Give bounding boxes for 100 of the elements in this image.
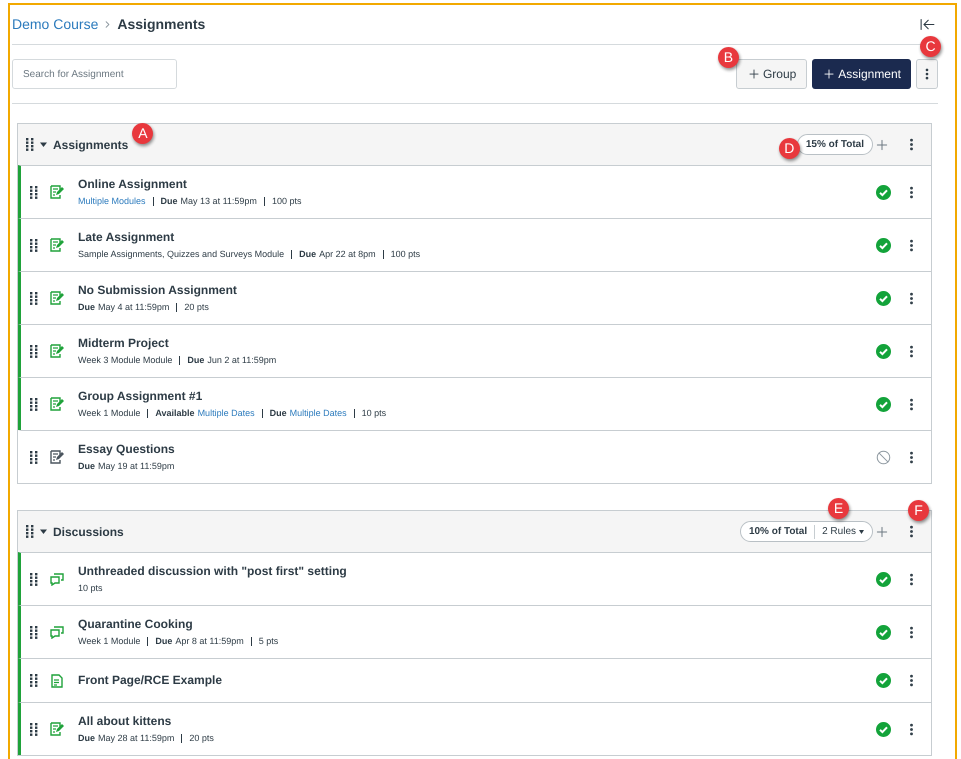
- item-title[interactable]: Front Page/RCE Example: [78, 673, 222, 688]
- meta-label: Due: [78, 460, 96, 472]
- meta-text: Week 1 Module: [78, 635, 140, 647]
- callout-marker: F: [908, 500, 929, 521]
- drag-handle-icon[interactable]: [30, 344, 38, 358]
- assignment-icon: [50, 397, 64, 411]
- drag-handle-icon[interactable]: [30, 292, 38, 304]
- meta-label: Due: [78, 301, 96, 313]
- meta-label: Due: [299, 248, 316, 260]
- assignment-row[interactable]: Quarantine Cooking Week 1 Module Due Apr 8 at 11:59pm 5 pts: [18, 605, 931, 658]
- plus-icon: [822, 67, 836, 81]
- meta-label: Due: [160, 195, 178, 207]
- drag-handle-icon[interactable]: [30, 398, 38, 410]
- assignment-row[interactable]: Essay Questions Due May 19 at 11:59pm: [18, 430, 931, 483]
- group-title: Discussions: [53, 524, 124, 538]
- item-title[interactable]: Online Assignment: [78, 177, 302, 192]
- assignment-icon: [50, 185, 64, 199]
- meta-label: Due: [78, 732, 96, 744]
- assignment-row[interactable]: No Submission Assignment Due May 4 at 11:59pm 20 pts: [18, 271, 931, 324]
- item-title[interactable]: Midterm Project: [78, 336, 276, 351]
- assignment-icon: [50, 291, 64, 305]
- meta-text: Sample Assignments, Quizzes and Surveys Module: [78, 248, 284, 260]
- published-icon[interactable]: [876, 290, 891, 306]
- discussion-icon: [50, 572, 64, 586]
- item-title[interactable]: Late Assignment: [78, 230, 420, 245]
- callout-marker: C: [920, 36, 941, 57]
- search-field[interactable]: Search for Assignment: [12, 59, 177, 89]
- breadcrumb-current: Assignments: [117, 15, 206, 34]
- callout-marker: E: [828, 498, 849, 519]
- item-title[interactable]: All about kittens: [78, 714, 214, 729]
- meta-link[interactable]: Multiple Dates: [198, 407, 255, 419]
- assignment-row[interactable]: Front Page/RCE Example: [18, 658, 931, 702]
- published-icon[interactable]: [876, 722, 891, 736]
- meta-text: Apr 22 at 8pm: [319, 248, 376, 260]
- assignment-row[interactable]: Online Assignment Multiple Modules Due May 13 at 11:59pm 100 pts: [18, 165, 931, 218]
- item-title[interactable]: Group Assignment #1: [78, 389, 386, 404]
- add-group-button[interactable]: Group: [736, 59, 808, 89]
- group-title: Assignments: [53, 138, 128, 152]
- meta-label: Due: [187, 354, 204, 366]
- published-icon[interactable]: [876, 238, 891, 252]
- drag-handle-icon[interactable]: [30, 626, 38, 638]
- drag-handle-icon[interactable]: [30, 722, 38, 736]
- meta-text: 20 pts: [189, 732, 214, 744]
- published-icon[interactable]: [876, 624, 891, 640]
- rules-dropdown[interactable]: 2 Rules: [822, 524, 864, 539]
- item-title[interactable]: No Submission Assignment: [78, 283, 237, 298]
- callout-marker: D: [778, 138, 800, 159]
- meta-text: 5 pts: [258, 635, 278, 647]
- published-icon[interactable]: [876, 572, 891, 586]
- meta-label: Due: [155, 635, 172, 647]
- meta-text: 10 pts: [362, 407, 386, 419]
- published-icon[interactable]: [876, 184, 891, 200]
- drag-handle-icon[interactable]: [30, 572, 38, 586]
- assignment-icon: [50, 344, 64, 358]
- meta-text: May 13 at 11:59pm: [180, 195, 257, 207]
- published-icon[interactable]: [876, 344, 891, 358]
- meta-text: May 28 at 11:59pm: [98, 732, 174, 744]
- item-title[interactable]: Essay Questions: [78, 442, 175, 457]
- more-options-button[interactable]: [916, 59, 938, 89]
- unpublished-icon[interactable]: [876, 450, 891, 464]
- meta-link[interactable]: Multiple Dates: [290, 407, 347, 419]
- assignment-icon: [50, 238, 64, 252]
- drag-handle-icon[interactable]: [26, 525, 34, 538]
- callout-marker: B: [718, 47, 739, 68]
- drag-handle-icon[interactable]: [30, 450, 38, 464]
- caret-icon[interactable]: [40, 528, 47, 535]
- meta-link[interactable]: Multiple Modules: [78, 195, 146, 207]
- drag-handle-icon[interactable]: [30, 238, 38, 252]
- meta-text: Jun 2 at 11:59pm: [207, 354, 276, 366]
- item-title[interactable]: Unthreaded discussion with "post first" setting: [78, 564, 347, 579]
- caret-icon[interactable]: [40, 141, 47, 148]
- published-icon[interactable]: [876, 673, 891, 688]
- callout-marker: A: [132, 122, 154, 144]
- drag-handle-icon[interactable]: [30, 186, 38, 198]
- breadcrumb-link[interactable]: Demo Course: [12, 14, 98, 35]
- assignment-row[interactable]: Midterm Project Week 3 Module Module Due Jun 2 at 11:59pm: [18, 324, 931, 377]
- meta-text: May 4 at 11:59pm: [98, 301, 170, 313]
- meta-text: May 19 at 11:59pm: [98, 460, 174, 472]
- meta-text: Week 1 Module: [78, 407, 140, 419]
- assignment-row[interactable]: All about kittens Due May 28 at 11:59pm 20 pts: [18, 702, 931, 755]
- drag-handle-icon[interactable]: [26, 138, 34, 151]
- assignment-icon: [50, 450, 64, 464]
- meta-text: 100 pts: [272, 195, 302, 207]
- collapse-icon[interactable]: [919, 16, 936, 33]
- assignment-row[interactable]: Late Assignment Sample Assignments, Quizzes and Surveys Module Due Apr 22 at 8pm 100 pts: [18, 218, 931, 271]
- meta-label: Due: [270, 407, 287, 419]
- add-assignment-button[interactable]: Assignment: [812, 59, 911, 89]
- meta-label: Available: [155, 407, 195, 419]
- caret-icon: [859, 530, 864, 534]
- assignment-row[interactable]: Group Assignment #1 Week 1 Module Available Multiple Dates Due Multiple Dates 10 pts: [18, 377, 931, 430]
- weight-text: 10% of Total: [748, 525, 808, 539]
- assignment-icon: [50, 722, 64, 736]
- meta-text: Apr 8 at 11:59pm: [175, 635, 244, 647]
- published-icon[interactable]: [876, 396, 891, 412]
- item-title[interactable]: Quarantine Cooking: [78, 617, 278, 632]
- meta-text: 10 pts: [78, 582, 103, 594]
- assignment-row[interactable]: Unthreaded discussion with "post first" setting 10 pts: [18, 552, 931, 605]
- weight-text: 15% of Total: [806, 138, 864, 152]
- discussion-icon: [50, 626, 64, 638]
- drag-handle-icon[interactable]: [30, 674, 38, 687]
